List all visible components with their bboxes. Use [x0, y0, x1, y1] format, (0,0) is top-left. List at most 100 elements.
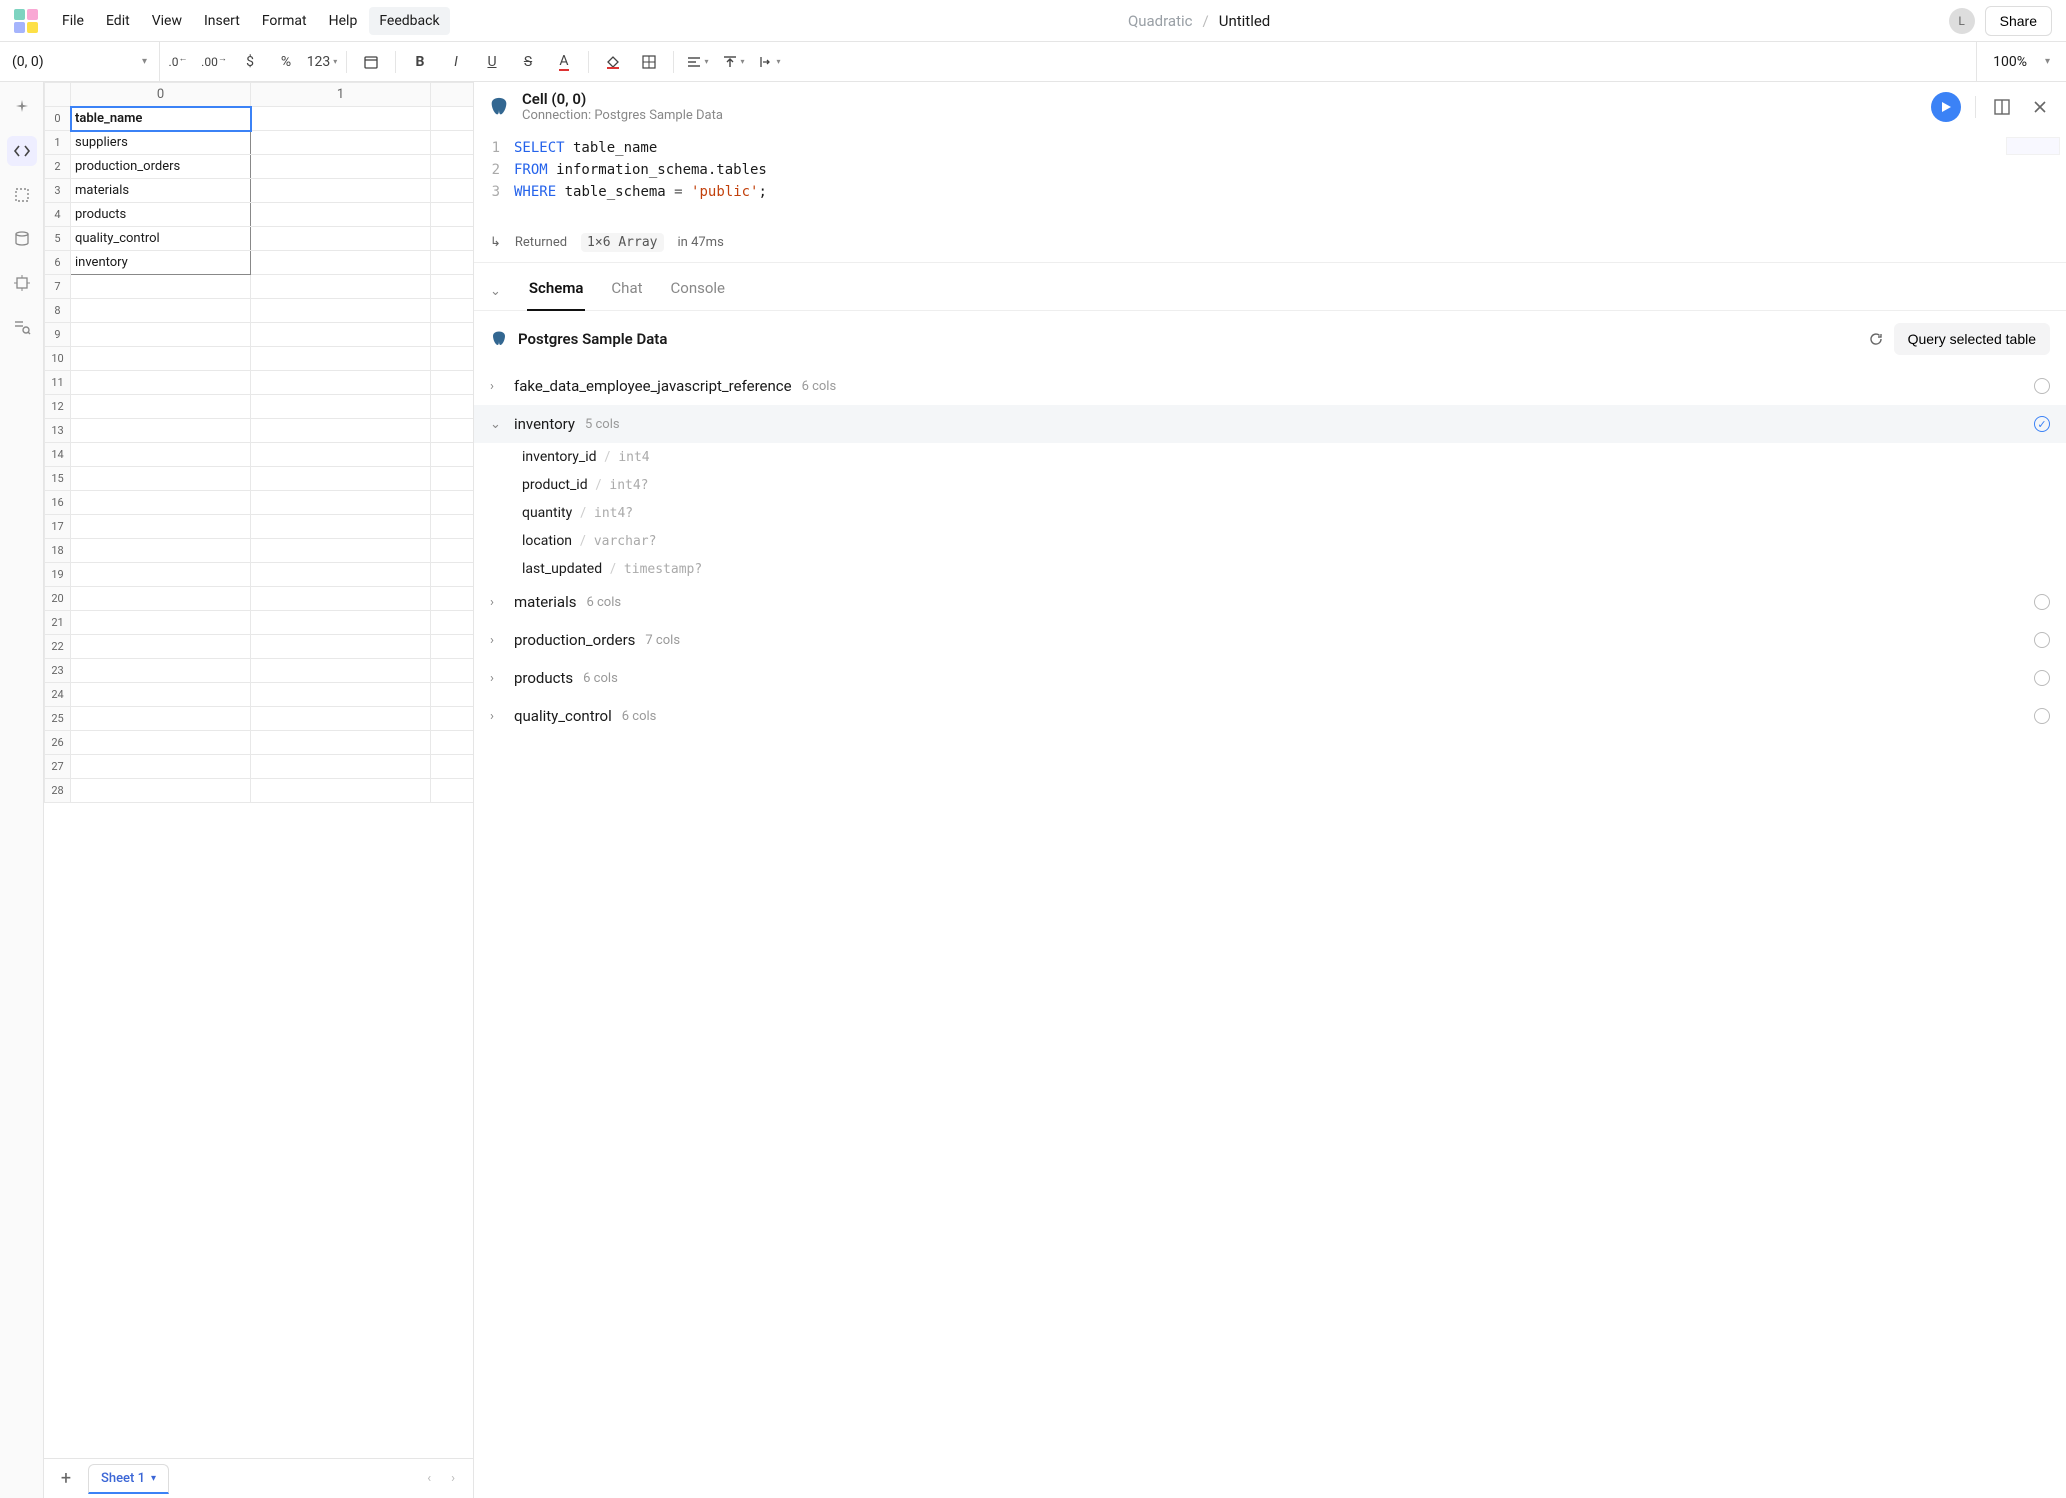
cell[interactable]	[431, 587, 474, 611]
cell[interactable]	[251, 371, 431, 395]
cell[interactable]	[251, 251, 431, 275]
cell[interactable]	[71, 779, 251, 803]
cell[interactable]	[431, 443, 474, 467]
row-header[interactable]: 0	[45, 107, 71, 131]
table-select-radio[interactable]	[2034, 632, 2050, 648]
search-list-button[interactable]	[7, 312, 37, 342]
cell[interactable]	[251, 539, 431, 563]
cell[interactable]	[251, 731, 431, 755]
cell[interactable]	[431, 731, 474, 755]
cell[interactable]	[71, 707, 251, 731]
strikethrough-button[interactable]: S	[510, 42, 546, 81]
column-row[interactable]: quantity/int4?	[474, 499, 2066, 527]
row-header[interactable]: 28	[45, 779, 71, 803]
row-header[interactable]: 23	[45, 659, 71, 683]
column-row[interactable]: inventory_id/int4	[474, 443, 2066, 471]
cell[interactable]	[431, 227, 474, 251]
row-header[interactable]: 13	[45, 419, 71, 443]
cell[interactable]: quality_control	[71, 227, 251, 251]
vertical-align-button[interactable]: ▾	[716, 42, 752, 81]
row-header[interactable]: 8	[45, 299, 71, 323]
panel-tab-console[interactable]: Console	[669, 273, 728, 310]
percent-button[interactable]: %	[268, 42, 304, 81]
cell[interactable]	[431, 539, 474, 563]
menu-view[interactable]: View	[142, 7, 192, 35]
cell[interactable]	[431, 779, 474, 803]
cell[interactable]	[431, 251, 474, 275]
cell[interactable]	[71, 563, 251, 587]
cell[interactable]	[251, 227, 431, 251]
chip-button[interactable]	[7, 268, 37, 298]
cell[interactable]	[71, 443, 251, 467]
select-button[interactable]	[7, 180, 37, 210]
row-header[interactable]: 26	[45, 731, 71, 755]
menu-file[interactable]: File	[52, 7, 94, 35]
panel-tab-schema[interactable]: Schema	[527, 273, 586, 311]
row-header[interactable]: 11	[45, 371, 71, 395]
menu-help[interactable]: Help	[319, 7, 368, 35]
table-row[interactable]: ›fake_data_employee_javascript_reference…	[474, 367, 2066, 405]
cell[interactable]	[431, 299, 474, 323]
cell[interactable]	[431, 131, 474, 155]
cell[interactable]	[71, 731, 251, 755]
table-row[interactable]: ›quality_control6 cols	[474, 697, 2066, 735]
cell[interactable]	[71, 611, 251, 635]
cell[interactable]	[71, 539, 251, 563]
cell[interactable]	[251, 443, 431, 467]
row-header[interactable]: 27	[45, 755, 71, 779]
run-button[interactable]	[1931, 92, 1961, 122]
cell[interactable]	[251, 347, 431, 371]
cell[interactable]	[251, 275, 431, 299]
cell[interactable]	[431, 419, 474, 443]
row-header[interactable]: 19	[45, 563, 71, 587]
text-color-button[interactable]: A	[546, 42, 582, 81]
next-sheet-button[interactable]: ›	[451, 1471, 455, 1486]
currency-button[interactable]: $	[232, 42, 268, 81]
cell[interactable]	[251, 683, 431, 707]
row-header[interactable]: 25	[45, 707, 71, 731]
database-button[interactable]	[7, 224, 37, 254]
close-panel-button[interactable]	[2028, 95, 2052, 119]
layout-toggle-button[interactable]	[1990, 95, 2014, 119]
row-header[interactable]: 17	[45, 515, 71, 539]
menu-feedback[interactable]: Feedback	[369, 7, 449, 35]
cell[interactable]: inventory	[71, 251, 251, 275]
table-select-radio[interactable]	[2034, 670, 2050, 686]
add-sheet-button[interactable]: +	[52, 1465, 80, 1493]
row-header[interactable]: 20	[45, 587, 71, 611]
table-row[interactable]: ›materials6 cols	[474, 583, 2066, 621]
cell[interactable]	[251, 299, 431, 323]
underline-button[interactable]: U	[474, 42, 510, 81]
number-format-button[interactable]: 123▾	[304, 42, 340, 81]
minimap[interactable]	[2006, 137, 2060, 155]
cell[interactable]	[251, 635, 431, 659]
cell[interactable]	[251, 563, 431, 587]
cell[interactable]: table_name	[71, 107, 251, 131]
row-header[interactable]: 3	[45, 179, 71, 203]
row-header[interactable]: 6	[45, 251, 71, 275]
code-button[interactable]	[7, 136, 37, 166]
cell[interactable]	[251, 491, 431, 515]
cell[interactable]: materials	[71, 179, 251, 203]
cell[interactable]	[71, 395, 251, 419]
fill-color-button[interactable]	[595, 42, 631, 81]
col-header[interactable]: 0	[71, 83, 251, 107]
table-select-radio[interactable]	[2034, 416, 2050, 432]
cell[interactable]	[431, 371, 474, 395]
row-header[interactable]: 21	[45, 611, 71, 635]
table-select-radio[interactable]	[2034, 708, 2050, 724]
cell[interactable]	[431, 203, 474, 227]
cell[interactable]	[251, 419, 431, 443]
cell[interactable]	[251, 131, 431, 155]
cell[interactable]	[71, 347, 251, 371]
cell[interactable]	[251, 323, 431, 347]
cell[interactable]	[71, 467, 251, 491]
table-row[interactable]: ⌄inventory5 cols	[474, 405, 2066, 443]
refresh-button[interactable]	[1868, 331, 1884, 347]
cell[interactable]	[431, 107, 474, 131]
cell[interactable]	[431, 179, 474, 203]
row-header[interactable]: 2	[45, 155, 71, 179]
ai-button[interactable]	[7, 92, 37, 122]
cell[interactable]	[431, 347, 474, 371]
row-header[interactable]: 9	[45, 323, 71, 347]
